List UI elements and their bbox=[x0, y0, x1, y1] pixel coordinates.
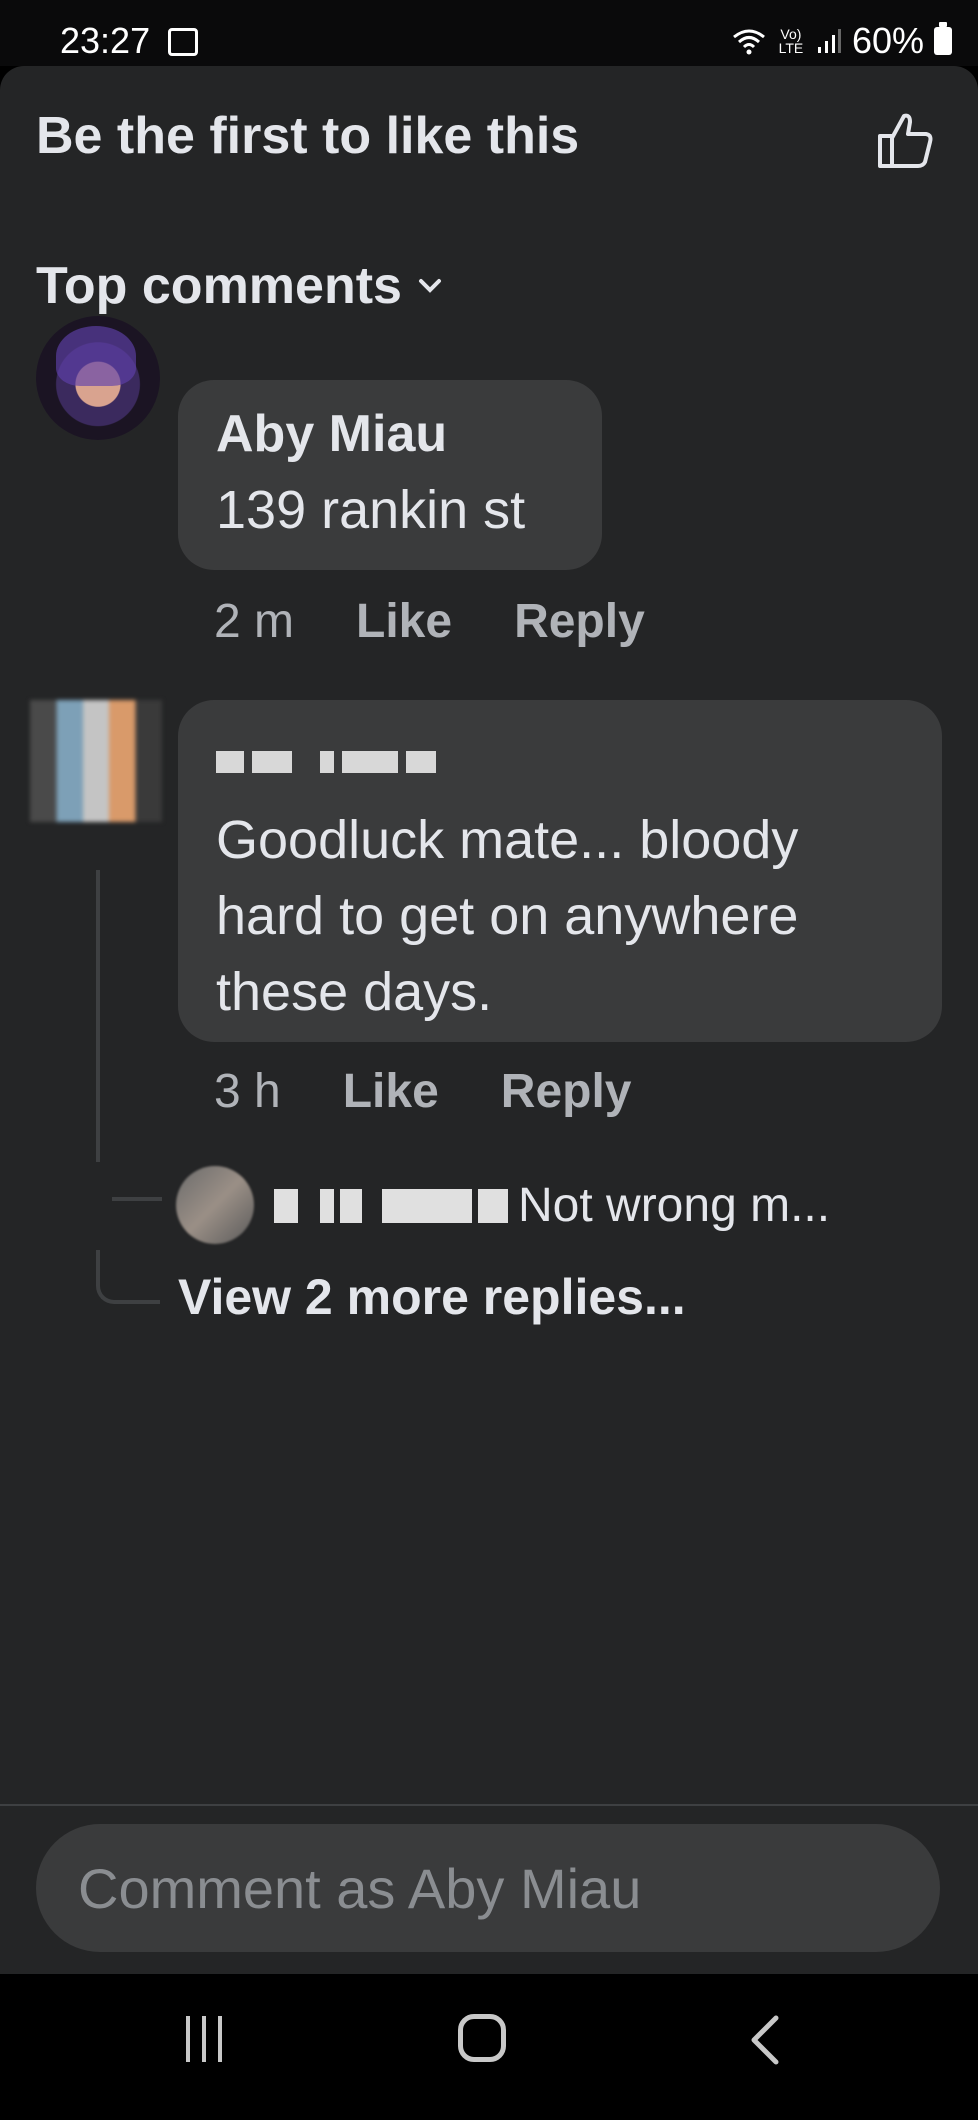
reply-preview[interactable]: Not wrong m... bbox=[274, 1178, 830, 1233]
reply-preview-text: Not wrong m... bbox=[518, 1179, 831, 1232]
comment-time: 2 m bbox=[214, 595, 295, 648]
comment-actions: 2 m Like Reply bbox=[214, 594, 645, 649]
comment-composer[interactable] bbox=[36, 1824, 940, 1952]
reply-author-redacted bbox=[274, 1188, 508, 1223]
chevron-down-icon bbox=[418, 279, 441, 293]
status-indicators: Vo) LTE 60% bbox=[732, 20, 952, 62]
volte-indicator: Vo) LTE bbox=[778, 26, 804, 56]
comment-author[interactable]: Aby Miau bbox=[216, 402, 564, 466]
comment-bubble: Goodluck mate... bloody hard to get on a… bbox=[178, 700, 942, 1042]
home-icon[interactable] bbox=[458, 2014, 506, 2062]
view-more-replies-link[interactable]: View 2 more replies... bbox=[178, 1268, 686, 1326]
sort-label: Top comments bbox=[36, 257, 402, 315]
system-nav-bar bbox=[0, 1974, 978, 2120]
like-button[interactable]: Like bbox=[356, 594, 452, 649]
battery-icon bbox=[934, 22, 952, 55]
comment-actions: 3 h Like Reply bbox=[214, 1064, 632, 1119]
sort-comments-dropdown[interactable]: Top comments bbox=[36, 256, 444, 316]
recents-icon[interactable] bbox=[186, 2016, 232, 2062]
comment-author-redacted[interactable] bbox=[216, 740, 904, 784]
signal-icon bbox=[817, 29, 841, 53]
comment-text: 139 rankin st bbox=[216, 480, 526, 540]
likes-summary: Be the first to like this bbox=[36, 107, 580, 165]
comment-input[interactable] bbox=[76, 1854, 940, 1922]
thumbs-up-icon[interactable] bbox=[872, 108, 938, 174]
status-bar: 23:27 Vo) LTE 60% bbox=[0, 0, 978, 66]
avatar[interactable] bbox=[36, 316, 160, 440]
comment-time: 3 h bbox=[214, 1065, 281, 1118]
back-icon[interactable] bbox=[742, 2012, 792, 2068]
reply-button[interactable]: Reply bbox=[501, 1064, 632, 1119]
thread-branch bbox=[112, 1197, 162, 1201]
comment-text: Goodluck mate... bloody hard to get on a… bbox=[216, 810, 799, 1022]
comments-sheet: Be the first to like this Top comments A… bbox=[0, 66, 978, 1974]
status-time: 23:27 bbox=[60, 20, 151, 61]
like-button[interactable]: Like bbox=[343, 1064, 439, 1119]
gallery-notification-icon bbox=[168, 28, 198, 56]
thread-line bbox=[96, 870, 100, 1162]
avatar[interactable] bbox=[176, 1166, 254, 1244]
avatar[interactable] bbox=[30, 700, 162, 822]
comment-bubble: Aby Miau 139 rankin st bbox=[178, 380, 602, 570]
thread-elbow bbox=[96, 1250, 160, 1304]
battery-level: 60% bbox=[851, 20, 924, 61]
wifi-icon bbox=[733, 29, 765, 55]
reply-button[interactable]: Reply bbox=[514, 594, 645, 649]
composer-divider bbox=[0, 1804, 978, 1806]
